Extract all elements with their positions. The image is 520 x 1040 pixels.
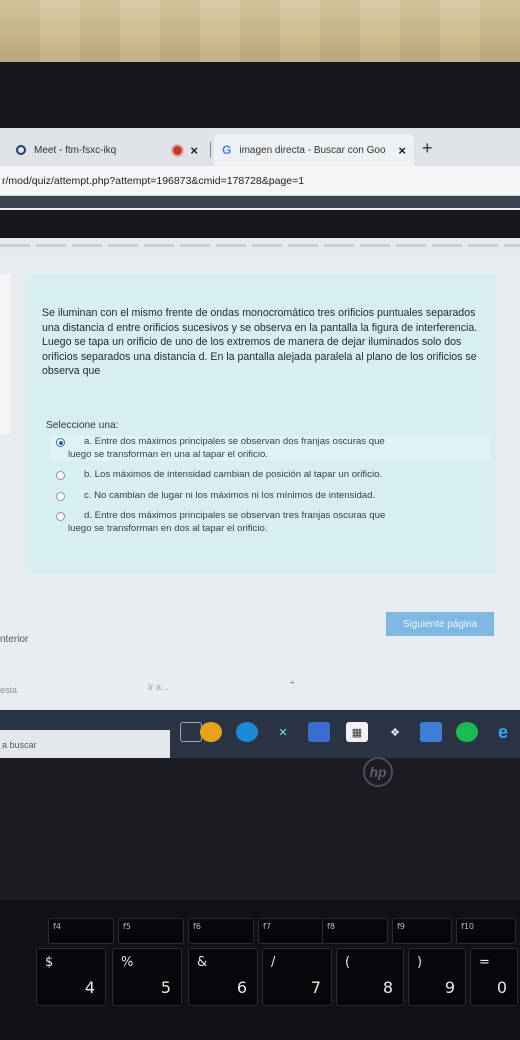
dropbox-icon[interactable]: ❖ [384,722,406,742]
key-6[interactable]: & 6 [188,948,258,1006]
google-icon: G [222,143,232,157]
answer-label: b. Los máximos de intensidad cambian de … [84,469,383,480]
visual-studio-icon[interactable]: ✕ [272,722,294,742]
next-page-button[interactable]: Siguiente página [386,612,494,636]
taskbar-search-input[interactable]: a buscar [0,730,170,758]
key-4[interactable]: $ 4 [36,948,106,1006]
key-8[interactable]: ( 8 [336,948,404,1006]
answer-label: a. Entre dos máximos principales se obse… [84,436,385,447]
key-5[interactable]: % 5 [112,948,182,1006]
answer-label-continued: luego se transforman en dos al tapar el … [68,522,268,534]
close-icon[interactable]: × [190,143,198,158]
page-header [0,196,520,208]
taskbar: a buscar ✕ ▦ ❖ e [0,710,520,758]
chrome-icon[interactable] [200,722,222,742]
f6-key[interactable]: f6 [188,918,254,944]
answer-list: a. Entre dos máximos principales se obse… [50,436,490,543]
close-icon[interactable]: × [398,143,406,158]
hp-logo: hp [363,757,393,787]
key-9[interactable]: ) 9 [408,948,466,1006]
question-text: Se iluminan con el mismo frente de ondas… [42,307,478,378]
tab-meet[interactable]: Meet - ftm-fsxc-ikq × [16,134,206,166]
radio-selected-icon[interactable] [56,438,65,447]
tab-bar: Meet - ftm-fsxc-ikq × G imagen directa -… [0,128,520,166]
keyboard: f4 f5 f6 f7 f8 f9 f10 $ 4 % 5 & 6 / 7 ( … [0,900,520,1040]
task-view-icon[interactable] [180,722,202,742]
teams-icon[interactable] [236,722,258,742]
f8-key[interactable]: f8 [322,918,388,944]
navbar [0,210,520,238]
key-7[interactable]: / 7 [262,948,332,1006]
select-arrow-icon[interactable]: ÷ [290,678,294,687]
recording-icon [173,145,183,155]
answer-label: d. Entre dos máximos principales se obse… [84,510,386,521]
wall-background [0,0,520,70]
radio-icon[interactable] [56,471,65,480]
tab-label: Meet - ftm-fsxc-ikq [34,144,117,156]
spotify-icon[interactable] [456,722,478,742]
side-panel [0,274,10,434]
f10-key[interactable]: f10 [456,918,516,944]
f7-key[interactable]: f7 [258,918,324,944]
previous-page-link[interactable]: nterior [0,634,28,645]
edge-icon[interactable]: e [492,722,514,742]
answer-option-d[interactable]: d. Entre dos máximos principales se obse… [50,510,490,535]
radio-icon[interactable] [56,491,65,501]
meet-icon [16,145,26,155]
file-explorer-icon[interactable] [308,722,330,742]
radio-icon[interactable] [56,512,65,521]
answer-option-c[interactable]: c. No cambian de lugar ni los máximos ni… [50,490,490,503]
breadcrumb [0,238,520,256]
answer-label-continued: luego se transforman en una al tapar el … [68,448,268,460]
tab-google[interactable]: G imagen directa - Buscar con Goo × [214,134,414,166]
address-bar[interactable]: r/mod/quiz/attempt.php?attempt=196873&cm… [0,166,520,196]
jump-label-left: esta [0,685,18,695]
screen: Meet - ftm-fsxc-ikq × G imagen directa -… [0,128,520,758]
jump-to-select[interactable]: Ir a... [148,682,298,692]
new-tab-button[interactable]: + [422,138,433,159]
answer-label: c. No cambian de lugar ni los máximos ni… [84,489,376,501]
monitor-bezel [0,62,520,132]
answer-option-b[interactable]: b. Los máximos de intensidad cambian de … [50,469,490,482]
select-prompt: Seleccione una: [46,420,119,431]
store-icon[interactable]: ▦ [346,722,368,742]
url-text: r/mod/quiz/attempt.php?attempt=196873&cm… [2,174,305,187]
mail-icon[interactable] [420,722,442,742]
tab-separator [210,142,211,158]
f5-key[interactable]: f5 [118,918,184,944]
tab-label: imagen directa - Buscar con Goo [239,144,386,156]
key-0[interactable]: = 0 [470,948,518,1006]
f4-key[interactable]: f4 [48,918,114,944]
f9-key[interactable]: f9 [392,918,452,944]
answer-option-a[interactable]: a. Entre dos máximos principales se obse… [50,436,490,461]
